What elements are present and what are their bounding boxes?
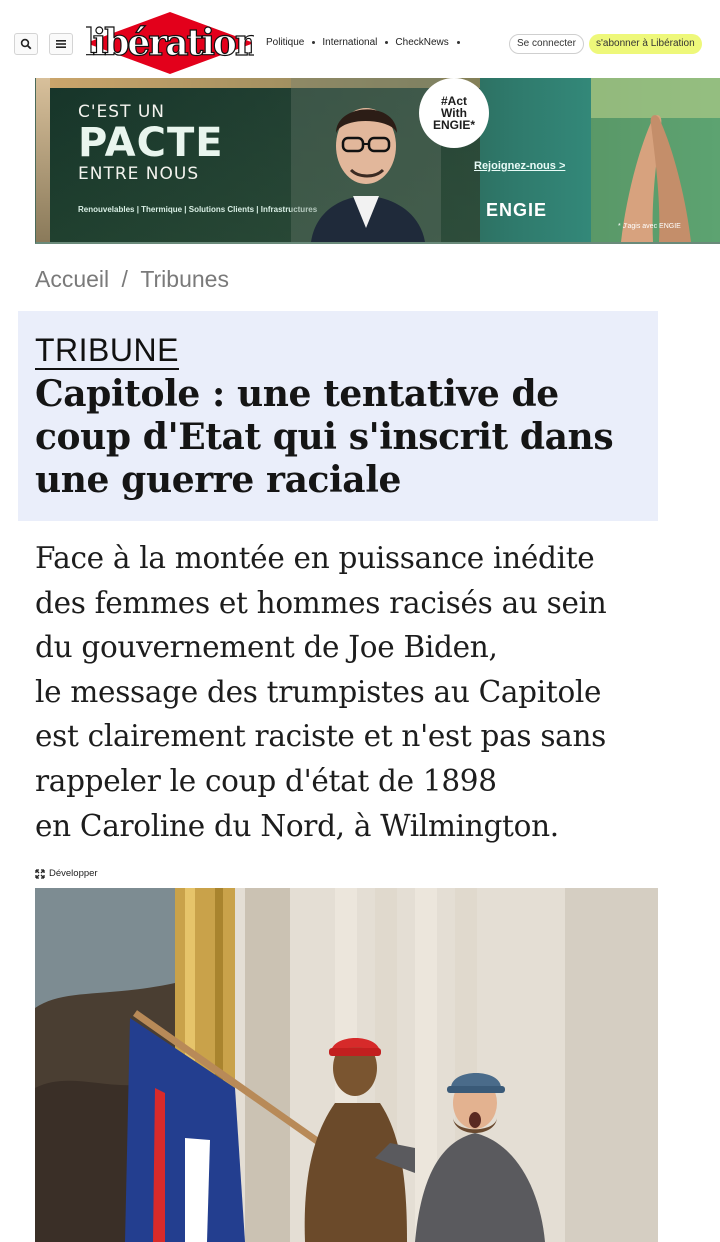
lead-line: est clairement raciste et n'est pas sans [35, 719, 606, 754]
article-title: Capitole : une tentative de coup d'Etat … [35, 373, 614, 501]
search-icon [20, 38, 32, 50]
ad-hashtag-badge: #Act With ENGIE* [419, 78, 489, 148]
nav-separator [312, 41, 316, 44]
ad-banner[interactable]: C'EST UN PACTE ENTRE NOUS Renouvelables … [35, 78, 720, 244]
breadcrumb-home[interactable]: Accueil [35, 266, 109, 293]
lead-line: du gouvernement de Joe Biden, [35, 630, 498, 665]
article-photo [35, 888, 658, 1242]
expand-label: Développer [49, 868, 98, 879]
main-nav: Politique International CheckNews [266, 37, 467, 48]
nav-checknews[interactable]: CheckNews [395, 37, 448, 48]
ad-headline-line: PACTE [78, 120, 224, 166]
nav-politique[interactable]: Politique [266, 37, 304, 48]
engie-logo: ENGIE [486, 200, 548, 220]
nav-separator [456, 41, 460, 44]
lead-line: rappeler le coup d'état de 1898 [35, 763, 497, 798]
ad-hands-image [591, 78, 720, 242]
breadcrumb-section[interactable]: Tribunes [140, 266, 229, 293]
lead-line: le message des trumpistes au Capitole [35, 674, 602, 709]
article-rubric[interactable]: TRIBUNE [35, 332, 179, 370]
expand-icon [35, 868, 45, 879]
lead-line: en Caroline du Nord, à Wilmington. [35, 808, 559, 843]
ad-portrait-image [291, 78, 441, 242]
login-button[interactable]: Se connecter [509, 34, 584, 54]
breadcrumb-separator: / [121, 266, 128, 292]
ad-headline-line: ENTRE NOUS [78, 164, 200, 184]
site-header: libération Politique International Check… [0, 0, 720, 80]
search-button[interactable] [14, 33, 38, 55]
nav-international[interactable]: International [322, 37, 377, 48]
ad-decoration [36, 78, 50, 242]
ad-headline-line: C'EST UN [78, 102, 166, 122]
lead-line: des femmes et hommes racisés au sein [35, 585, 607, 620]
subscribe-button[interactable]: s'abonner à Libération [589, 34, 702, 54]
breadcrumb: Accueil / Tribunes [35, 266, 229, 293]
nav-separator [385, 41, 389, 44]
article-lead: Face à la montée en puissance inédite de… [35, 536, 675, 848]
svg-text:libération: libération [86, 22, 254, 64]
ad-categories: Renouvelables | Thermique | Solutions Cl… [78, 205, 318, 214]
lead-line: Face à la montée en puissance inédite [35, 541, 595, 575]
ad-footnote: * J'agis avec ENGIE [618, 223, 681, 230]
ad-cta-link[interactable]: Rejoignez-nous > [474, 160, 565, 172]
hamburger-menu-icon [56, 40, 66, 48]
liberation-logo[interactable]: libération [86, 12, 254, 74]
article-header: TRIBUNE Capitole : une tentative de coup… [18, 311, 658, 521]
ad-headline: C'EST UN PACTE ENTRE NOUS [78, 102, 224, 184]
expand-image-button[interactable]: Développer [35, 868, 98, 879]
menu-button[interactable] [49, 33, 73, 55]
